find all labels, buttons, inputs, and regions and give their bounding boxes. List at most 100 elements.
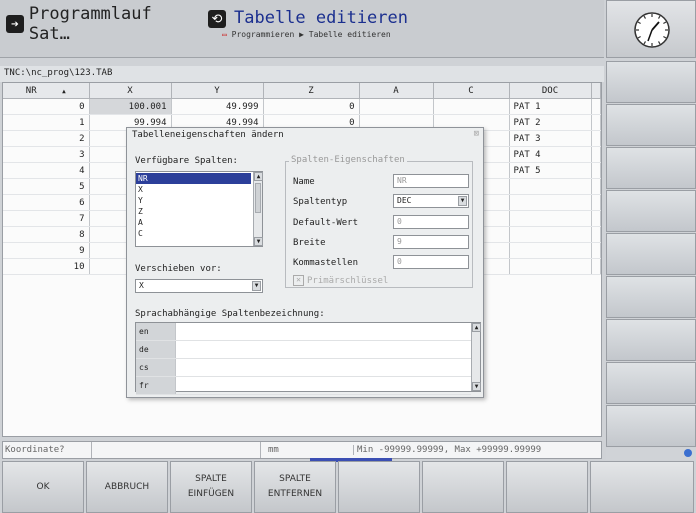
cell-nr[interactable]: 3: [3, 146, 90, 163]
cell-y[interactable]: 49.999: [171, 98, 264, 115]
cell-nr[interactable]: 2: [3, 130, 90, 147]
cell-doc[interactable]: PAT 1: [509, 98, 592, 115]
abbruch-softkey[interactable]: ABBRUCH: [86, 461, 168, 513]
vertical-softkey-7[interactable]: [606, 319, 696, 361]
close-icon[interactable]: ⊠: [474, 129, 479, 139]
language-scrollbar[interactable]: ▲ ▼: [471, 323, 481, 391]
cell-z[interactable]: 0: [263, 98, 360, 115]
scroll-up-icon[interactable]: ▲: [254, 172, 263, 181]
language-row[interactable]: cs: [136, 359, 471, 377]
available-column-item[interactable]: X: [136, 184, 251, 195]
cell-doc[interactable]: PAT 2: [509, 114, 592, 131]
available-columns-list[interactable]: NR X Y Z A C ▲ ▼: [135, 171, 263, 247]
cell-nr[interactable]: 7: [3, 210, 90, 227]
col-header-y[interactable]: Y: [171, 83, 264, 99]
empty-softkey-6[interactable]: [422, 461, 504, 513]
language-label-cell[interactable]: [175, 341, 471, 358]
available-column-item[interactable]: A: [136, 217, 251, 228]
available-column-item[interactable]: NR: [136, 173, 251, 184]
cell-x[interactable]: 100.001: [89, 98, 172, 115]
remove-column-softkey[interactable]: SPALTE ENTFERNEN: [254, 461, 336, 513]
language-row[interactable]: fr: [136, 377, 471, 395]
empty-softkey-5[interactable]: [338, 461, 420, 513]
vertical-softkey-6[interactable]: [606, 276, 696, 318]
cell-doc[interactable]: PAT 5: [509, 162, 592, 179]
vertical-softkey-5[interactable]: [606, 233, 696, 275]
available-scrollbar[interactable]: ▲ ▼: [253, 172, 263, 246]
primary-key-checkbox[interactable]: ✕ Primärschlüssel: [293, 275, 388, 286]
col-header-c[interactable]: C: [433, 83, 510, 99]
folder-icon: ▭: [222, 30, 227, 39]
cell-c[interactable]: [433, 98, 510, 115]
empty-softkey-7[interactable]: [506, 461, 588, 513]
col-header-a[interactable]: A: [359, 83, 434, 99]
scroll-down-icon[interactable]: ▼: [254, 237, 263, 246]
cell-doc[interactable]: [509, 226, 592, 243]
insert-column-softkey[interactable]: SPALTE EINFÜGEN: [170, 461, 252, 513]
available-column-item[interactable]: Z: [136, 206, 251, 217]
available-column-item[interactable]: C: [136, 228, 251, 239]
softkey-bar-switch[interactable]: [606, 448, 696, 460]
name-label: Name: [293, 177, 315, 187]
vertical-softkey-4[interactable]: [606, 190, 696, 232]
cell-nr[interactable]: 6: [3, 194, 90, 211]
col-header-doc[interactable]: DOC: [509, 83, 592, 99]
col-header-x[interactable]: X: [89, 83, 172, 99]
language-code: de: [136, 341, 175, 358]
cell-nr[interactable]: 5: [3, 178, 90, 195]
cell-nr[interactable]: 9: [3, 242, 90, 259]
cell-doc[interactable]: [509, 210, 592, 227]
col-header-nr[interactable]: NR ▲: [3, 83, 90, 99]
cell-doc[interactable]: PAT 3: [509, 130, 592, 147]
vertical-softkey-9[interactable]: [606, 405, 696, 447]
mode-tab-edit-table[interactable]: ⟲ Tabelle editieren ▭ Programmieren ▶ Ta…: [206, 8, 506, 48]
cell-nr[interactable]: 1: [3, 114, 90, 131]
cell-nr[interactable]: 0: [3, 98, 90, 115]
vertical-softkey-8[interactable]: [606, 362, 696, 404]
table-row[interactable]: 0 100.001 49.999 0 PAT 1: [3, 98, 601, 115]
cell-doc[interactable]: [509, 194, 592, 211]
available-column-item[interactable]: Y: [136, 195, 251, 206]
col-header-z[interactable]: Z: [263, 83, 360, 99]
cell-filler: [591, 242, 601, 259]
cell-a[interactable]: [359, 98, 434, 115]
ok-label: OK: [36, 481, 50, 492]
cell-nr[interactable]: 10: [3, 258, 90, 275]
cell-doc[interactable]: [509, 242, 592, 259]
vertical-softkey-3[interactable]: [606, 147, 696, 189]
vertical-softkey-2[interactable]: [606, 104, 696, 146]
cell-nr[interactable]: 8: [3, 226, 90, 243]
move-before-select[interactable]: X ▼: [135, 279, 263, 293]
vertical-softkey-1[interactable]: [606, 61, 696, 103]
cell-doc[interactable]: PAT 4: [509, 146, 592, 163]
dialog-titlebar: Tabelleneigenschaften ändern ⊠: [127, 128, 483, 142]
cell-doc[interactable]: [509, 258, 592, 275]
language-label-cell[interactable]: [175, 377, 471, 394]
ok-softkey[interactable]: OK: [2, 461, 84, 513]
language-row[interactable]: en: [136, 323, 471, 341]
column-type-select[interactable]: DEC ▼: [393, 194, 469, 208]
language-label-cell[interactable]: [175, 323, 471, 340]
cell-doc[interactable]: [509, 178, 592, 195]
language-row[interactable]: de: [136, 341, 471, 359]
scroll-down-icon[interactable]: ▼: [472, 382, 481, 391]
scroll-thumb[interactable]: [255, 183, 261, 213]
language-labels-grid[interactable]: en de cs fr ▲ ▼: [135, 322, 481, 395]
scroll-up-icon[interactable]: ▲: [472, 323, 481, 332]
name-field[interactable]: NR: [393, 174, 469, 188]
clock-panel: [606, 0, 696, 58]
chevron-down-icon: ▼: [458, 196, 467, 206]
remove-column-label-2: ENTFERNEN: [267, 489, 323, 499]
coordinate-input[interactable]: [91, 442, 261, 458]
cell-nr[interactable]: 4: [3, 162, 90, 179]
language-label-cell[interactable]: [175, 359, 471, 376]
decimals-field[interactable]: 0: [393, 255, 469, 269]
breadcrumb-programmieren[interactable]: Programmieren: [232, 30, 295, 39]
cell-filler: [591, 146, 601, 163]
file-path: TNC:\nc_prog\123.TAB: [0, 66, 604, 82]
mode-tab-program-run[interactable]: ➔ Programmlauf Sat…: [6, 4, 202, 44]
breadcrumb-tabelle[interactable]: Tabelle editieren: [309, 30, 391, 39]
empty-softkey-8[interactable]: [590, 461, 694, 513]
width-field[interactable]: 9: [393, 235, 469, 249]
default-value-field[interactable]: 0: [393, 215, 469, 229]
